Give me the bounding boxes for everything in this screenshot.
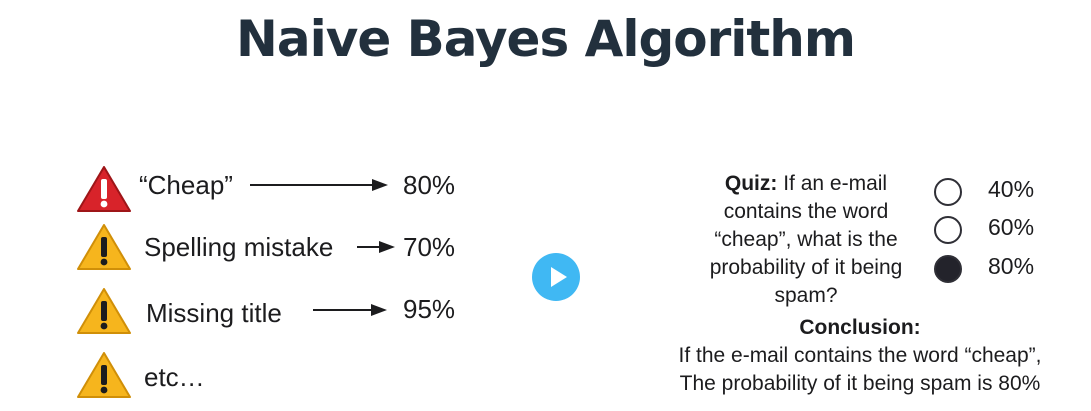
play-icon	[551, 267, 567, 287]
feature-label: Spelling mistake	[144, 232, 334, 262]
red-warning-icon	[77, 166, 131, 212]
arrow-icon	[357, 241, 395, 253]
option-label: 80%	[988, 253, 1035, 279]
yellow-warning-icon	[77, 224, 131, 270]
feature-label: Missing title	[146, 298, 282, 328]
arrow-icon	[313, 304, 387, 316]
play-button[interactable]	[532, 253, 580, 301]
arrow-icon	[250, 179, 388, 191]
feature-percent: 80%	[403, 170, 456, 200]
radio-circle[interactable]	[934, 178, 962, 206]
option-label: 60%	[988, 214, 1035, 240]
feature-label: “Cheap”	[139, 170, 233, 200]
slide-title: Naive Bayes Algorithm	[236, 10, 856, 68]
radio-circle[interactable]	[934, 255, 962, 283]
conclusion-line: The probability of it being spam is 80%	[679, 372, 1041, 395]
feature-percent: 95%	[403, 294, 456, 324]
conclusion-title: Conclusion:	[799, 316, 921, 339]
conclusion-text: If the e-mail contains the word “cheap”,…	[620, 342, 1091, 398]
conclusion-line: If the e-mail contains the word “cheap”,	[678, 344, 1042, 367]
quiz-question: Quiz: If an e-mail contains the word “ch…	[690, 170, 922, 310]
yellow-warning-icon	[77, 352, 131, 398]
yellow-warning-icon	[77, 288, 131, 334]
option-label: 40%	[988, 176, 1035, 202]
feature-percent: 70%	[403, 232, 456, 262]
quiz-prefix: Quiz:	[724, 172, 778, 195]
radio-circle[interactable]	[934, 216, 962, 244]
feature-label: etc…	[144, 362, 205, 392]
